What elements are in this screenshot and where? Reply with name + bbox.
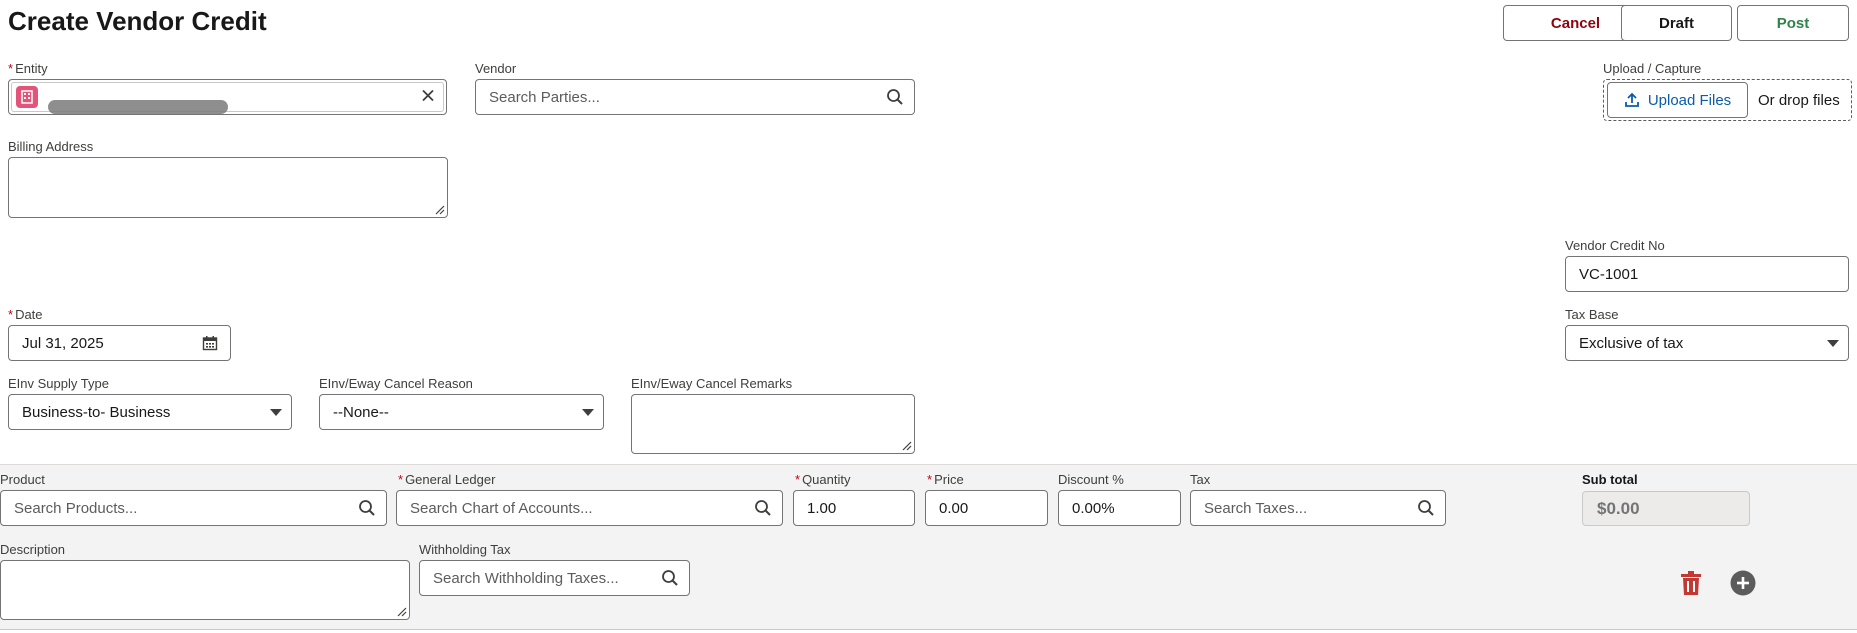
calendar-icon[interactable] — [202, 335, 218, 351]
drop-files-text: Or drop files — [1758, 91, 1840, 109]
draft-button[interactable]: Draft — [1621, 5, 1732, 41]
tax-base-value: Exclusive of tax — [1579, 334, 1684, 352]
vendor-credit-no-value: VC-1001 — [1579, 265, 1639, 283]
resize-handle-icon[interactable] — [435, 205, 445, 215]
quantity-input[interactable]: 1.00 — [793, 490, 915, 526]
search-icon — [358, 499, 376, 517]
withholding-tax-search-input[interactable]: Search Withholding Taxes... — [419, 560, 690, 596]
search-icon — [1417, 499, 1435, 517]
discount-input[interactable]: 0.00% — [1058, 490, 1181, 526]
price-label: * Price — [927, 472, 964, 487]
entity-label-text: Entity — [15, 61, 48, 76]
resize-handle-icon[interactable] — [902, 441, 912, 451]
sub-total-label: Sub total — [1582, 472, 1638, 487]
entity-label: * Entity — [8, 61, 48, 76]
add-circle-icon[interactable] — [1730, 570, 1756, 599]
required-marker: * — [795, 472, 801, 487]
date-value: Jul 31, 2025 — [22, 334, 104, 352]
required-marker: * — [8, 307, 14, 322]
quantity-label-text: Quantity — [802, 472, 851, 487]
page-title: Create Vendor Credit — [8, 6, 267, 36]
building-icon — [16, 86, 38, 108]
search-icon — [754, 499, 772, 517]
general-ledger-label: * General Ledger — [398, 472, 495, 487]
required-marker: * — [927, 472, 933, 487]
billing-address-label: Billing Address — [8, 139, 94, 154]
general-ledger-placeholder: Search Chart of Accounts... — [410, 499, 593, 517]
description-textarea[interactable] — [0, 560, 410, 620]
sub-total-value: $0.00 — [1582, 491, 1750, 526]
description-label: Description — [0, 542, 66, 557]
file-drop-zone[interactable]: Upload Files Or drop files — [1603, 79, 1852, 121]
trash-icon[interactable] — [1679, 570, 1703, 599]
required-marker: * — [8, 61, 14, 76]
upload-label: Upload / Capture — [1603, 61, 1702, 76]
clear-icon[interactable] — [421, 89, 435, 106]
tax-base-label: Tax Base — [1565, 307, 1619, 322]
vendor-label: Vendor — [475, 61, 517, 76]
quantity-label: * Quantity — [795, 472, 850, 487]
post-button[interactable]: Post — [1737, 5, 1849, 41]
entity-lookup[interactable] — [8, 79, 447, 115]
date-label-text: Date — [15, 307, 43, 322]
resize-handle-icon[interactable] — [397, 607, 407, 617]
date-input[interactable]: Jul 31, 2025 — [8, 325, 231, 361]
entity-pill[interactable] — [11, 82, 444, 114]
redacted-value — [48, 100, 228, 114]
vendor-search-input[interactable]: Search Parties... — [475, 79, 915, 115]
required-marker: * — [398, 472, 404, 487]
einv-supply-type-value: Business-to- Business — [22, 403, 171, 421]
einv-supply-type-label: EInv Supply Type — [8, 376, 109, 391]
date-label: * Date — [8, 307, 43, 322]
discount-label: Discount % — [1058, 472, 1124, 487]
chevron-down-icon — [269, 407, 283, 417]
discount-value: 0.00% — [1072, 499, 1115, 517]
tax-label: Tax — [1190, 472, 1211, 487]
tax-search-input[interactable]: Search Taxes... — [1190, 490, 1446, 526]
cancel-remarks-label: EInv/Eway Cancel Remarks — [631, 376, 793, 391]
price-label-text: Price — [934, 472, 964, 487]
vendor-credit-no-input[interactable]: VC-1001 — [1565, 256, 1849, 292]
withholding-tax-label: Withholding Tax — [419, 542, 511, 557]
product-search-input[interactable]: Search Products... — [0, 490, 387, 526]
cancel-reason-select[interactable]: --None-- — [319, 394, 604, 430]
cancel-reason-label: EInv/Eway Cancel Reason — [319, 376, 473, 391]
quantity-value: 1.00 — [807, 499, 837, 517]
product-label: Product — [0, 472, 45, 487]
tax-placeholder: Search Taxes... — [1204, 499, 1308, 517]
price-input[interactable]: 0.00 — [925, 490, 1048, 526]
upload-files-button[interactable]: Upload Files — [1607, 82, 1748, 118]
cancel-remarks-textarea[interactable] — [631, 394, 915, 454]
billing-address-textarea[interactable] — [8, 157, 448, 218]
general-ledger-label-text: General Ledger — [405, 472, 496, 487]
einv-supply-type-select[interactable]: Business-to- Business — [8, 394, 292, 430]
upload-files-label: Upload Files — [1647, 91, 1732, 109]
vendor-placeholder: Search Parties... — [489, 88, 600, 106]
search-icon — [661, 569, 679, 587]
product-placeholder: Search Products... — [14, 499, 138, 517]
tax-base-select[interactable]: Exclusive of tax — [1565, 325, 1849, 361]
chevron-down-icon — [1826, 338, 1840, 348]
vendor-credit-no-label: Vendor Credit No — [1565, 238, 1665, 253]
withholding-tax-placeholder: Search Withholding Taxes... — [433, 569, 619, 587]
chevron-down-icon — [581, 407, 595, 417]
price-value: 0.00 — [939, 499, 969, 517]
cancel-reason-value: --None-- — [333, 403, 389, 421]
general-ledger-search-input[interactable]: Search Chart of Accounts... — [396, 490, 783, 526]
search-icon — [886, 88, 904, 106]
upload-icon — [1624, 92, 1639, 107]
